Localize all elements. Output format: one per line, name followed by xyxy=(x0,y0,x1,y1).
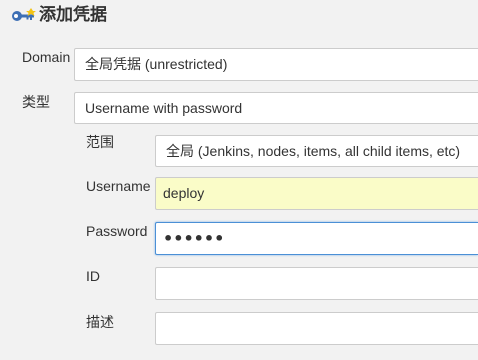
kind-select[interactable]: Username with password xyxy=(74,92,478,124)
domain-select[interactable]: 全局凭据 (unrestricted) xyxy=(74,48,478,81)
scope-value: 全局 (Jenkins, nodes, items, all child ite… xyxy=(166,142,461,159)
username-input[interactable]: deploy xyxy=(155,177,478,210)
domain-value: 全局凭据 (unrestricted) xyxy=(85,56,228,72)
password-input[interactable]: •••••• xyxy=(155,222,478,255)
id-label: ID xyxy=(86,268,100,284)
description-label: 描述 xyxy=(86,314,114,330)
password-label: Password xyxy=(86,223,148,239)
kind-value: Username with password xyxy=(85,99,243,116)
scope-label: 范围 xyxy=(86,134,114,150)
key-icon xyxy=(12,8,36,21)
scope-select[interactable]: 全局 (Jenkins, nodes, items, all child ite… xyxy=(155,135,478,167)
domain-label: Domain xyxy=(22,49,71,65)
password-value: •••••• xyxy=(163,229,225,248)
username-label: Username xyxy=(86,178,151,194)
kind-label: 类型 xyxy=(22,94,50,110)
description-input[interactable] xyxy=(155,312,478,345)
page-title: 添加凭据 xyxy=(39,5,107,24)
username-value: deploy xyxy=(163,185,205,201)
id-input[interactable] xyxy=(155,267,478,300)
